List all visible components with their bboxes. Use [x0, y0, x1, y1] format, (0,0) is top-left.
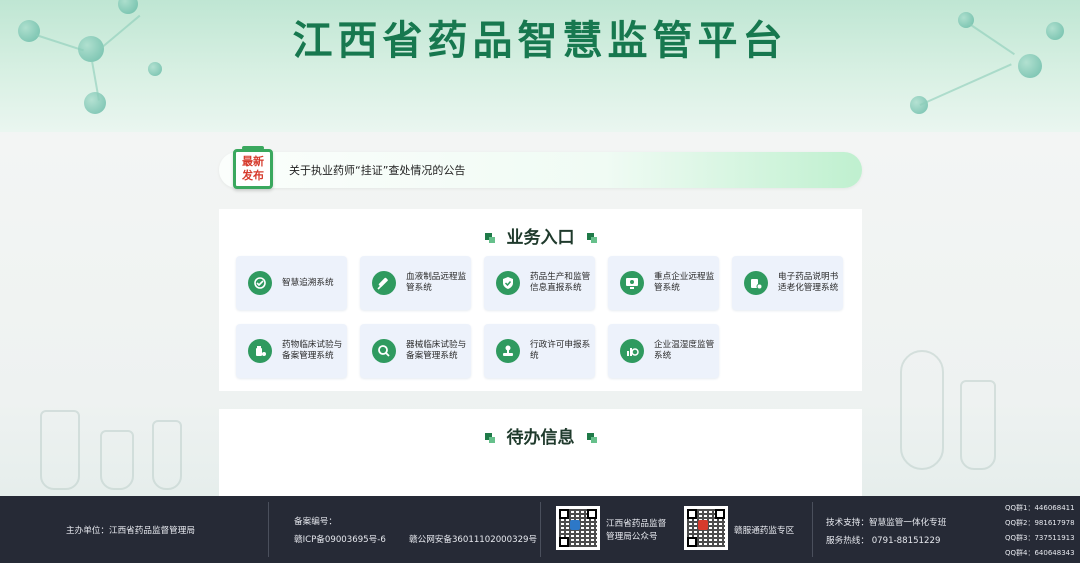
tile-smart-trace[interactable]: 智慧追溯系统: [236, 256, 347, 310]
title-deco-icon: [586, 433, 597, 443]
medicine-gear-icon: [744, 271, 768, 295]
todo-title-text: 待办信息: [506, 428, 575, 448]
qq-group-1: QQ群1：446068411: [1005, 504, 1075, 512]
tech-support-text: 技术支持：智慧监管一体化专班: [826, 518, 947, 528]
latest-release-badge: 最新 发布: [233, 146, 273, 189]
flask-decoration: [152, 420, 182, 490]
ganfutong-qr-code: [684, 506, 728, 550]
badge-line-2: 发布: [242, 169, 264, 182]
tile-key-enterprise[interactable]: 重点企业远程监管系统: [608, 256, 719, 310]
wechat-qr-code: [556, 506, 600, 550]
tile-drug-clinical[interactable]: 药物临床试验与备案管理系统: [236, 324, 347, 378]
tile-label: 血液制品远程监管系统: [406, 272, 467, 293]
footer-divider: [268, 502, 269, 557]
molecule-bond: [919, 63, 1012, 106]
search-device-icon: [372, 339, 396, 363]
footer-divider: [540, 502, 541, 557]
record-label: 备案编号：: [294, 517, 337, 527]
tile-label: 行政许可申报系统: [530, 340, 591, 361]
todo-section-title: 待办信息: [219, 423, 862, 448]
icp-record-link[interactable]: 赣ICP备09003695号-6: [294, 533, 386, 545]
pill-bottle-icon: [248, 339, 272, 363]
title-deco-icon: [586, 233, 597, 243]
wechat-qr-label: 江西省药品监督 管理局公众号: [606, 518, 666, 544]
tile-label: 药物临床试验与备案管理系统: [282, 340, 343, 361]
thermometer-chart-icon: [620, 339, 644, 363]
tile-label: 器械临床试验与备案管理系统: [406, 340, 467, 361]
flask-decoration: [100, 430, 134, 490]
qq-group-4: QQ群4：640648343: [1005, 549, 1075, 557]
qq-group-3: QQ群3：737511913: [1005, 534, 1075, 542]
title-deco-icon: [484, 433, 495, 443]
qr-label-line: 管理局公众号: [606, 532, 658, 542]
tile-blood-products[interactable]: 血液制品远程监管系统: [360, 256, 471, 310]
page-title: 江西省药品智慧监管平台: [292, 18, 788, 64]
site-footer: 主办单位：江西省药品监督管理局 备案编号： 赣ICP备09003695号-6 赣…: [0, 496, 1080, 563]
sponsor-text: 主办单位：江西省药品监督管理局: [66, 526, 195, 536]
flask-decoration: [900, 350, 944, 470]
tile-device-clinical[interactable]: 器械临床试验与备案管理系统: [360, 324, 471, 378]
footer-divider: [812, 502, 813, 557]
tile-production-report[interactable]: 药品生产和监管信息直报系统: [484, 256, 595, 310]
header-banner: 江西省药品智慧监管平台: [0, 0, 1080, 132]
tile-temp-humidity[interactable]: 企业温湿度监管系统: [608, 324, 719, 378]
business-title-text: 业务入口: [506, 228, 575, 248]
business-entry-panel: 业务入口 智慧追溯系统 血液制品远程监管系统 药品生产和监管信息直报系统 重点企…: [219, 209, 862, 391]
todo-panel: 待办信息: [219, 409, 862, 499]
qq-group-2: QQ群2：981617978: [1005, 519, 1075, 527]
monitor-icon: [620, 271, 644, 295]
latest-notice-bar[interactable]: 最新 发布 关于执业药师“挂证”查处情况的公告: [219, 146, 862, 189]
trace-icon: [248, 271, 272, 295]
service-hotline-text: 服务热线： 0791-88151229: [826, 536, 941, 546]
tile-label: 药品生产和监管信息直报系统: [530, 272, 591, 293]
tile-label: 重点企业远程监管系统: [654, 272, 715, 293]
shield-check-icon: [496, 271, 520, 295]
molecule-decoration: [910, 96, 928, 114]
title-deco-icon: [484, 233, 495, 243]
flask-decoration: [960, 380, 996, 470]
police-record-link[interactable]: 赣公网安备36011102000329号: [409, 533, 537, 545]
tile-label: 电子药品说明书适老化管理系统: [778, 272, 839, 293]
ganfutong-qr-label: 赣服通药监专区: [734, 526, 795, 536]
tile-e-leaflet[interactable]: 电子药品说明书适老化管理系统: [732, 256, 843, 310]
badge-line-1: 最新: [242, 155, 264, 168]
flask-decoration: [40, 410, 80, 490]
tile-label: 企业温湿度监管系统: [654, 340, 715, 361]
stamp-icon: [496, 339, 520, 363]
syringe-icon: [372, 271, 396, 295]
tile-admin-license[interactable]: 行政许可申报系统: [484, 324, 595, 378]
business-section-title: 业务入口: [219, 223, 862, 248]
notice-link[interactable]: 关于执业药师“挂证”查处情况的公告: [289, 162, 465, 178]
qr-label-line: 江西省药品监督: [606, 519, 667, 529]
tile-label: 智慧追溯系统: [282, 277, 334, 288]
molecule-decoration: [84, 92, 106, 114]
